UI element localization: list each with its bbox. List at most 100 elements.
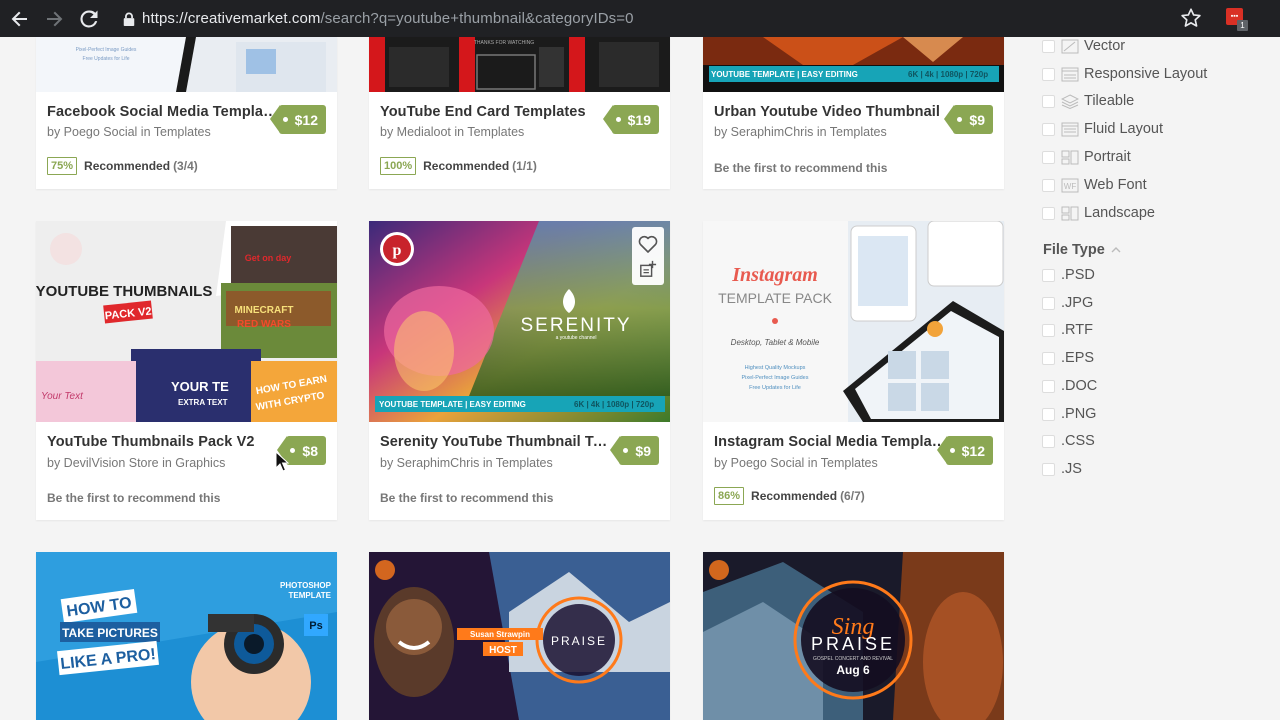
card-title[interactable]: YouTube Thumbnails Pack V2 — [47, 434, 281, 450]
checkbox[interactable] — [1042, 67, 1055, 81]
filter-label: Tileable — [1084, 93, 1135, 109]
file-type-option[interactable]: .CSS — [1042, 433, 1095, 449]
checkbox[interactable] — [1042, 296, 1055, 310]
checkbox[interactable] — [1042, 323, 1055, 337]
product-card[interactable]: p SERENITY a youtube channel YOUTUBE TEM… — [369, 221, 670, 520]
product-card[interactable]: THANKS FOR WATCHING YouTube End Card Tem… — [369, 37, 670, 189]
first-recommend-text: Be the first to recommend this — [47, 491, 221, 505]
filter-option[interactable]: Vector — [1042, 38, 1125, 54]
product-thumbnail[interactable]: Pixel-Perfect Image Guides Free Updates … — [36, 37, 337, 92]
address-bar[interactable]: https://creativemarket.com/search?q=yout… — [142, 10, 634, 27]
recommendation: 86% Recommended (6/7) — [714, 487, 865, 505]
vector-icon — [1061, 39, 1079, 53]
product-thumbnail[interactable]: Ps PHOTOSHOP TEMPLATE HOW TO TAKE PICTUR… — [36, 552, 337, 720]
card-author[interactable]: by Poego Social in Templates — [47, 125, 211, 139]
filter-label: Landscape — [1084, 205, 1155, 221]
card-title[interactable]: YouTube End Card Templates — [380, 104, 614, 120]
filter-option[interactable]: Fluid Layout — [1042, 121, 1163, 137]
product-thumbnail[interactable]: THANKS FOR WATCHING — [369, 37, 670, 92]
product-thumbnail[interactable]: YOUTUBE TEMPLATE | EASY EDITING 6K | 4k … — [703, 37, 1004, 92]
card-title[interactable]: Serenity YouTube Thumbnail Tem... — [380, 434, 614, 450]
landscape-icon — [1061, 206, 1079, 220]
checkbox[interactable] — [1042, 434, 1055, 448]
filter-option[interactable]: Responsive Layout — [1042, 66, 1207, 82]
add-to-collection-icon[interactable] — [639, 260, 657, 278]
thumb-text: TEMPLATE — [288, 591, 331, 600]
card-author[interactable]: by DevilVision Store in Graphics — [47, 456, 225, 470]
filter-option[interactable]: Portrait — [1042, 149, 1131, 165]
product-thumbnail[interactable]: Susan Strawpin HOST PRAISE — [369, 552, 670, 720]
product-card[interactable]: Instagram TEMPLATE PACK Desktop, Tablet … — [703, 221, 1004, 520]
thumb-text: TEMPLATE PACK — [718, 290, 833, 306]
thumb-text: RED WARS — [237, 319, 291, 330]
checkbox[interactable] — [1042, 268, 1055, 282]
file-type-heading[interactable]: File Type — [1043, 242, 1121, 258]
recommend-count: (6/7) — [840, 489, 865, 503]
bookmark-star-icon[interactable] — [1180, 7, 1202, 29]
product-thumbnail[interactable]: Instagram TEMPLATE PACK Desktop, Tablet … — [703, 221, 1004, 422]
card-author[interactable]: by SeraphimChris in Templates — [714, 125, 887, 139]
tag-hole — [615, 117, 621, 122]
card-title[interactable]: Facebook Social Media Template ... — [47, 104, 281, 120]
thumb-text: PRAISE — [811, 634, 895, 654]
reload-button[interactable] — [74, 4, 104, 34]
file-type-label: .PNG — [1061, 406, 1097, 422]
checkbox[interactable] — [1042, 122, 1055, 136]
card-author[interactable]: by SeraphimChris in Templates — [380, 456, 553, 470]
checkbox[interactable] — [1042, 94, 1055, 108]
checkbox[interactable] — [1042, 178, 1055, 192]
price-tag[interactable]: $9 — [610, 436, 659, 465]
file-type-option[interactable]: .JPG — [1042, 295, 1093, 311]
file-type-option[interactable]: .PSD — [1042, 267, 1095, 283]
thumb-text: GOSPEL CONCERT AND REVIVAL — [813, 656, 893, 662]
file-type-label: .PSD — [1061, 267, 1095, 283]
card-title[interactable]: Urban Youtube Video Thumbnail — [714, 104, 948, 120]
price-tag[interactable]: $12 — [936, 436, 993, 465]
product-thumbnail[interactable]: Sing PRAISE GOSPEL CONCERT AND REVIVAL A… — [703, 552, 1004, 720]
product-thumbnail[interactable]: p SERENITY a youtube channel YOUTUBE TEM… — [369, 221, 670, 422]
thumb-text: YOUTUBE THUMBNAILS — [36, 283, 212, 300]
checkbox[interactable] — [1042, 379, 1055, 393]
checkbox[interactable] — [1042, 462, 1055, 476]
forward-button[interactable] — [39, 4, 69, 34]
price-tag[interactable]: $12 — [269, 105, 326, 134]
thumb-text: 6K | 4k | 1080p | 720p — [574, 400, 654, 409]
heart-icon[interactable] — [638, 235, 658, 253]
price-tag[interactable]: $9 — [944, 105, 993, 134]
product-card[interactable]: YOUTUBE THUMBNAILS PACK V2 Get on day MI… — [36, 221, 337, 520]
checkbox[interactable] — [1042, 407, 1055, 421]
product-card[interactable]: Sing PRAISE GOSPEL CONCERT AND REVIVAL A… — [703, 552, 1004, 720]
thumb-text: YOUTUBE TEMPLATE | EASY EDITING — [379, 400, 526, 409]
file-type-option[interactable]: .EPS — [1042, 350, 1094, 366]
card-title[interactable]: Instagram Social Media Template ... — [714, 434, 948, 450]
file-type-option[interactable]: .DOC — [1042, 378, 1097, 394]
price-tag[interactable]: $19 — [602, 105, 659, 134]
filter-option[interactable]: Landscape — [1042, 205, 1155, 221]
checkbox[interactable] — [1042, 206, 1055, 220]
extension-badge: 1 — [1237, 20, 1248, 31]
filter-option[interactable]: Tileable — [1042, 93, 1134, 109]
file-type-option[interactable]: .PNG — [1042, 406, 1096, 422]
recommendation: 100% Recommended (1/1) — [380, 157, 537, 175]
tag-hole — [623, 448, 629, 453]
card-author[interactable]: by Poego Social in Templates — [714, 456, 878, 470]
back-button[interactable] — [5, 4, 35, 34]
product-card[interactable]: Ps PHOTOSHOP TEMPLATE HOW TO TAKE PICTUR… — [36, 552, 337, 720]
tag-hole — [949, 448, 955, 453]
file-type-option[interactable]: .RTF — [1042, 322, 1093, 338]
checkbox[interactable] — [1042, 351, 1055, 365]
price-tag[interactable]: $8 — [277, 436, 326, 465]
product-thumbnail[interactable]: YOUTUBE THUMBNAILS PACK V2 Get on day MI… — [36, 221, 337, 422]
checkbox[interactable] — [1042, 39, 1055, 53]
product-card[interactable]: Pixel-Perfect Image Guides Free Updates … — [36, 37, 337, 189]
filter-option[interactable]: WF Web Font — [1042, 177, 1147, 193]
thumb-text: Instagram — [731, 264, 818, 286]
extension-button[interactable]: ▪▪▪ 1 — [1226, 8, 1248, 31]
product-card[interactable]: YOUTUBE TEMPLATE | EASY EDITING 6K | 4k … — [703, 37, 1004, 189]
checkbox[interactable] — [1042, 150, 1055, 164]
thumb-text: YOUTUBE TEMPLATE | EASY EDITING — [711, 70, 858, 79]
card-author[interactable]: by Medialoot in Templates — [380, 125, 524, 139]
svg-text:p: p — [393, 242, 402, 259]
product-card[interactable]: Susan Strawpin HOST PRAISE — [369, 552, 670, 720]
file-type-option[interactable]: .JS — [1042, 461, 1082, 477]
